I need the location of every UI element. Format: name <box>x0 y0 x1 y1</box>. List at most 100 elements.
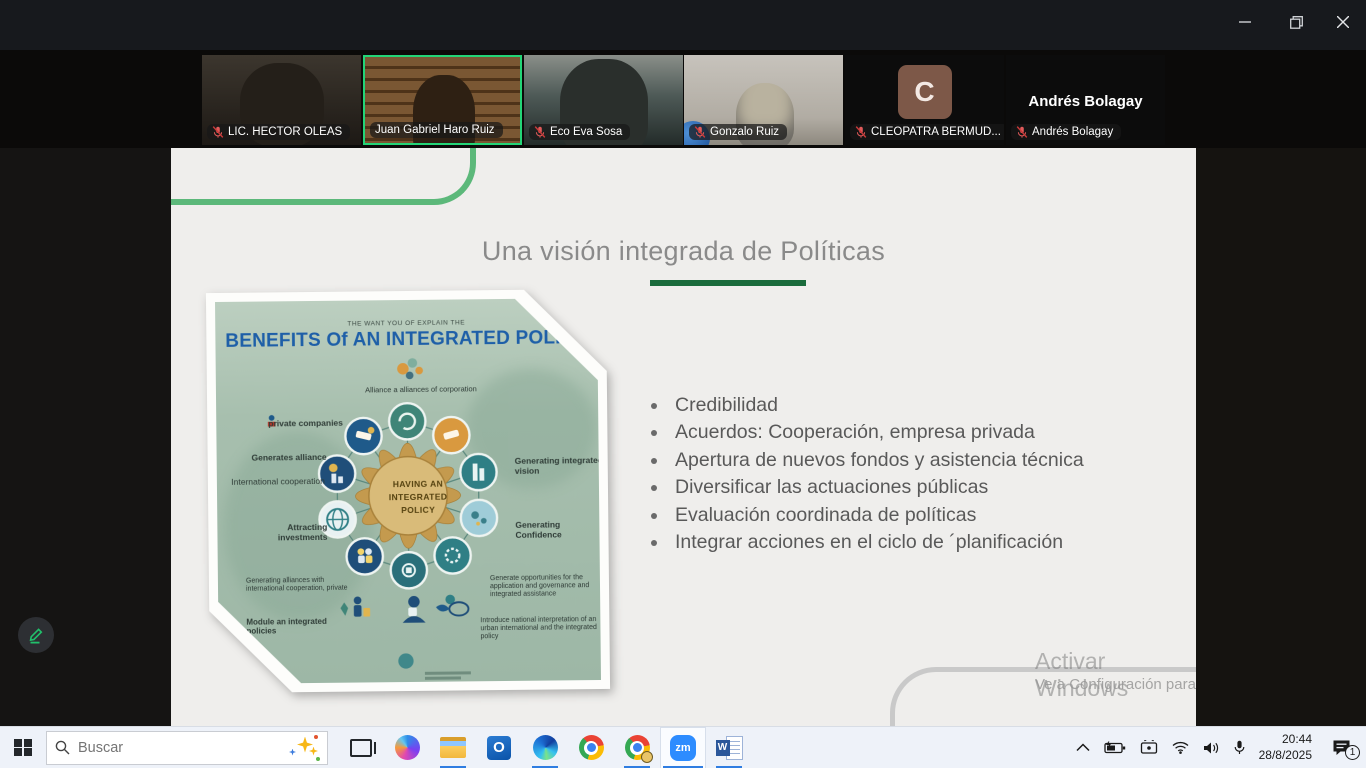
muted-mic-icon <box>212 126 224 138</box>
windows-logo-icon <box>14 739 32 757</box>
network-indicator[interactable] <box>1172 741 1189 754</box>
label-generating-integrated-vision: Generating integrated vision <box>515 456 605 476</box>
taskbar-app-chrome[interactable] <box>568 727 614 768</box>
battery-icon <box>1104 741 1126 754</box>
taskbar-clock[interactable]: 20:44 28/8/2025 <box>1259 732 1312 763</box>
label-module-integrated-policies: Module an integrated policies <box>246 617 346 636</box>
chrome-icon <box>579 735 604 760</box>
worker-icon <box>402 596 425 623</box>
search-highlights-icon <box>293 735 319 761</box>
volume-control[interactable] <box>1203 741 1220 755</box>
muted-mic-icon <box>1016 126 1028 138</box>
participant-display-name: Andrés Bolagay <box>1006 93 1165 110</box>
infographic-background: THE WANT YOU OF EXPLAIN THE BENEFITS Of … <box>215 298 601 684</box>
participant-name: Juan Gabriel Haro Ruiz <box>375 124 495 136</box>
restore-button[interactable] <box>1273 4 1319 40</box>
minimize-icon <box>1239 16 1251 28</box>
copilot-icon <box>395 735 420 760</box>
bullet-item: Evaluación coordinada de políticas <box>641 502 1141 529</box>
video-tile-active-speaker[interactable]: Juan Gabriel Haro Ruiz <box>363 55 522 145</box>
participant-name: Andrés Bolagay <box>1032 126 1113 138</box>
bullet-item: Integrar acciones en el ciclo de ´planif… <box>641 529 1141 556</box>
alliance-cluster-icon <box>397 358 423 379</box>
windows-taskbar: O zm W <box>0 726 1366 768</box>
muted-mic-icon <box>534 126 546 138</box>
edge-icon <box>533 735 558 760</box>
task-view-icon <box>350 739 372 757</box>
taskbar-search[interactable] <box>46 731 328 765</box>
slide-title: Una visión integrada de Políticas <box>171 236 1196 267</box>
volume-icon <box>1203 741 1220 755</box>
muted-mic-icon <box>855 126 867 138</box>
participant-name: Eco Eva Sosa <box>550 126 622 138</box>
chrome-profile-badge <box>641 751 653 763</box>
start-button[interactable] <box>0 727 46 768</box>
annotate-button[interactable] <box>18 617 54 653</box>
slide-decoration-green-curve <box>171 148 476 205</box>
label-generate-opportunities-note: Generate opportunities for the applicati… <box>490 574 600 599</box>
zoom-icon: zm <box>670 735 696 761</box>
restore-icon <box>1290 16 1303 29</box>
taskbar-app-chrome-profile[interactable] <box>614 727 660 768</box>
muted-mic-icon <box>694 126 706 138</box>
infographic-title: BENEFITS Of AN INTEGRATED POLICY <box>215 327 597 353</box>
label-generating-confidence: Generating Confidence <box>515 520 605 540</box>
search-icon <box>55 740 70 755</box>
task-view-button[interactable] <box>338 727 384 768</box>
microphone-icon <box>1234 740 1245 755</box>
screen-share-indicator[interactable] <box>1140 740 1158 755</box>
tray-time: 20:44 <box>1259 732 1312 748</box>
close-button[interactable] <box>1320 4 1366 40</box>
search-input[interactable] <box>78 740 285 756</box>
presentation-slide: Una visión integrada de Políticas Credib… <box>171 148 1196 726</box>
participant-name: CLEOPATRA BERMUD... <box>871 126 1001 138</box>
medallion-text: HAVING AN INTEGRATED POLICY <box>375 477 461 516</box>
taskbar-app-copilot[interactable] <box>384 727 430 768</box>
taskbar-app-edge[interactable] <box>522 727 568 768</box>
microphone-indicator[interactable] <box>1234 740 1245 755</box>
module-policies-icon <box>340 596 370 616</box>
action-center-button[interactable]: 1 <box>1326 739 1356 756</box>
pencil-icon <box>26 625 46 645</box>
footer-logo-icon <box>398 653 413 668</box>
activation-watermark-title: Activar Windows <box>1035 648 1196 702</box>
label-private-companies: private companies <box>268 418 388 429</box>
battery-indicator[interactable] <box>1104 741 1126 754</box>
shared-screen-margin-right <box>1196 148 1366 726</box>
wifi-icon <box>1172 741 1189 754</box>
label-generates-alliance: Generates alliance <box>235 453 327 464</box>
bullet-item: Apertura de nuevos fondos y asistencia t… <box>641 447 1141 474</box>
bullet-list: Credibilidad Acuerdos: Cooperación, empr… <box>641 392 1141 556</box>
label-international-cooperation: International cooperation <box>225 477 325 488</box>
taskbar-app-outlook[interactable]: O <box>476 727 522 768</box>
video-tile[interactable]: LIC. HECTOR OLEAS <box>202 55 361 145</box>
bullet-item: Diversificar las actuaciones públicas <box>641 474 1141 501</box>
minimize-button[interactable] <box>1222 4 1268 40</box>
label-introduce-note: Introduce national interpretation of an … <box>480 616 598 641</box>
participant-name: LIC. HECTOR OLEAS <box>228 126 342 138</box>
label-generating-alliances-note: Generating alliances with international … <box>246 576 364 593</box>
notification-count-badge: 1 <box>1345 745 1360 760</box>
tray-date: 28/8/2025 <box>1259 748 1312 764</box>
gear-doc-icon <box>436 594 469 615</box>
word-icon: W <box>716 736 743 760</box>
label-alliance: Alliance a alliances of corporation <box>336 385 506 395</box>
video-tile-self[interactable]: Andrés Bolagay Andrés Bolagay <box>1006 55 1165 145</box>
activation-watermark-subtitle: Ve a Configuración para activar Windows. <box>1035 676 1196 693</box>
video-tile[interactable]: Eco Eva Sosa <box>524 55 683 145</box>
infographic-image: THE WANT YOU OF EXPLAIN THE BENEFITS Of … <box>206 289 610 693</box>
taskbar-app-file-explorer[interactable] <box>430 727 476 768</box>
label-attracting-investments: Attracting investments <box>247 523 327 543</box>
avatar: C <box>898 65 952 119</box>
window-title-bar <box>0 0 1366 50</box>
participant-name: Gonzalo Ruiz <box>710 126 779 138</box>
video-tile[interactable]: C CLEOPATRA BERMUD... <box>845 55 1004 145</box>
taskbar-app-zoom[interactable]: zm <box>660 727 706 768</box>
bullet-item: Acuerdos: Cooperación, empresa privada <box>641 419 1141 446</box>
bullet-item: Credibilidad <box>641 392 1141 419</box>
video-tile[interactable]: Gonzalo Ruiz <box>684 55 843 145</box>
file-explorer-icon <box>440 737 466 758</box>
tray-overflow-button[interactable] <box>1076 743 1090 752</box>
video-thumbnail-strip: LIC. HECTOR OLEAS Juan Gabriel Haro Ruiz… <box>0 50 1366 148</box>
taskbar-app-word[interactable]: W <box>706 727 752 768</box>
